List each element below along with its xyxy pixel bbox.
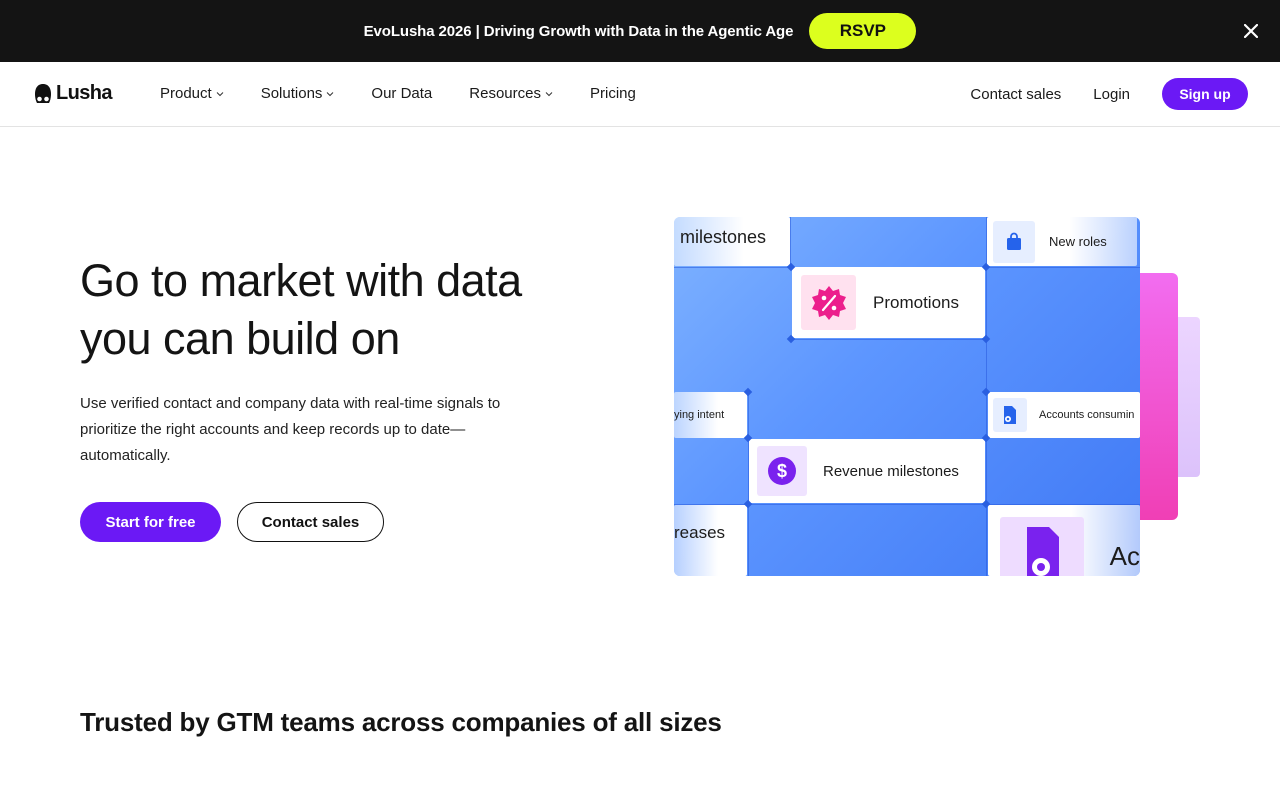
- nav-actions: Contact sales Login Sign up: [970, 78, 1248, 110]
- nav-item-solutions[interactable]: Solutions: [261, 84, 335, 102]
- tile-label: ying intent: [674, 409, 725, 421]
- hero-title-line-2: you can build on: [80, 313, 400, 364]
- nav-menu: Product Solutions Our Data Resources Pri…: [160, 84, 673, 102]
- grid-line: [790, 217, 791, 267]
- new-roles-tile: New roles: [987, 217, 1137, 266]
- revenue-milestones-tile: $ Revenue milestones: [749, 439, 985, 503]
- lusha-logo-icon: [35, 83, 51, 103]
- main-nav: Lusha Product Solutions Our Data Resourc…: [0, 62, 1280, 127]
- signup-button[interactable]: Sign up: [1162, 78, 1248, 110]
- chevron-down-icon: [216, 92, 224, 97]
- grid-node: [981, 334, 991, 344]
- logo-text: Lusha: [56, 82, 113, 104]
- nav-item-our-data[interactable]: Our Data: [371, 84, 432, 102]
- trusted-heading: Trusted by GTM teams across companies of…: [80, 707, 722, 737]
- announcement-bar: EvoLusha 2026 | Driving Growth with Data…: [0, 0, 1280, 62]
- accounts-consuming-tile: Accounts consumin: [988, 392, 1140, 438]
- nav-item-resources[interactable]: Resources: [469, 84, 553, 102]
- hero-title-line-1: Go to market with data: [80, 255, 522, 306]
- nav-item-label: Pricing: [589, 84, 636, 102]
- grid-line: [790, 339, 986, 340]
- signals-illustration: milestones New roles Promotions ying int…: [674, 217, 1140, 576]
- rsvp-button[interactable]: RSVP: [809, 13, 917, 49]
- decorative-pink-card: [1138, 273, 1178, 520]
- document-view-icon: [993, 398, 1027, 432]
- nav-item-label: Our Data: [371, 84, 433, 102]
- buying-intent-tile: ying intent: [674, 392, 747, 438]
- lusha-logo[interactable]: Lusha: [33, 82, 113, 105]
- dollar-coin-icon: $: [757, 446, 807, 496]
- tile-label: reases: [674, 522, 726, 542]
- tile-label: Revenue milestones: [823, 462, 959, 480]
- promotions-tile: Promotions: [792, 267, 985, 338]
- briefcase-icon: [993, 220, 1035, 263]
- hero-cta-group: Start for free Contact sales: [80, 502, 384, 542]
- svg-text:$: $: [777, 461, 787, 481]
- announcement-text: EvoLusha 2026 | Driving Growth with Data…: [363, 22, 794, 40]
- tile-label: New roles: [1049, 234, 1107, 249]
- tile-label: Promotions: [873, 292, 959, 312]
- nav-item-label: Solutions: [260, 84, 323, 102]
- document-view-icon: [1000, 517, 1084, 576]
- accounts-tile: Ac: [988, 505, 1140, 576]
- increases-tile: reases: [674, 505, 747, 576]
- decorative-lilac-card: [1176, 317, 1200, 477]
- nav-item-product[interactable]: Product: [160, 84, 224, 102]
- login-link[interactable]: Login: [1093, 86, 1130, 103]
- chevron-down-icon: [327, 92, 334, 97]
- tile-label: Ac: [1109, 541, 1140, 571]
- close-icon[interactable]: [1240, 20, 1262, 42]
- tile-label: milestones: [680, 227, 767, 247]
- start-for-free-button[interactable]: Start for free: [80, 502, 221, 542]
- tile-label: Accounts consumin: [1039, 409, 1135, 421]
- contact-sales-button[interactable]: Contact sales: [237, 502, 384, 542]
- nav-item-label: Product: [160, 84, 212, 102]
- discount-badge-icon: [801, 275, 856, 330]
- hero-subtitle: Use verified contact and company data wi…: [80, 395, 501, 464]
- contact-sales-link[interactable]: Contact sales: [970, 86, 1061, 103]
- nav-item-label: Resources: [469, 84, 541, 102]
- milestones-tile: milestones: [674, 217, 790, 266]
- nav-item-pricing[interactable]: Pricing: [590, 84, 636, 102]
- chevron-down-icon: [545, 92, 553, 97]
- hero-title: Go to market with data you can build on: [80, 252, 600, 368]
